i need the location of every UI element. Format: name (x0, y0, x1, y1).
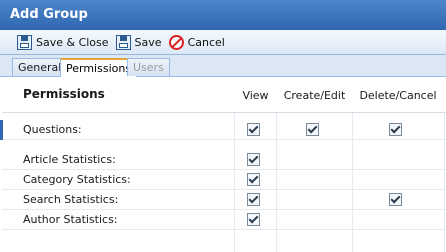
permission-row: Author Statistics: (2, 210, 446, 230)
view-checkbox[interactable] (247, 173, 260, 186)
cancel-label: Cancel (187, 35, 225, 49)
row-marker (0, 120, 3, 140)
delete-cancel-checkbox[interactable] (389, 193, 402, 206)
permission-row: Search Statistics: (2, 190, 446, 210)
permission-row-label: Article Statistics: (23, 153, 116, 166)
save-icon (17, 34, 32, 50)
permission-row-label: Author Statistics: (23, 213, 118, 226)
permission-row-label: Search Statistics: (23, 193, 119, 206)
cancel-icon (168, 34, 184, 50)
permission-row: Questions: (0, 120, 446, 140)
view-checkbox[interactable] (247, 213, 260, 226)
permissions-header: Permissions View Create/Edit Delete/Canc… (2, 77, 446, 113)
column-delete-cancel: Delete/Cancel (359, 89, 437, 102)
save-close-label: Save & Close (36, 35, 109, 49)
save-close-button[interactable]: Save & Close (17, 33, 109, 52)
tab-strip: General Permissions Users (0, 55, 446, 77)
view-checkbox[interactable] (247, 153, 260, 166)
permission-row-label: Category Statistics: (23, 173, 131, 186)
permissions-title: Permissions (23, 87, 105, 101)
save-label: Save (134, 35, 162, 49)
view-checkbox[interactable] (247, 123, 260, 136)
permission-row: Category Statistics: (2, 170, 446, 190)
permissions-panel: Permissions View Create/Edit Delete/Canc… (0, 77, 446, 252)
permission-row: Article Statistics: (2, 150, 446, 170)
delete-cancel-checkbox[interactable] (389, 123, 402, 136)
window-title: Add Group (0, 0, 446, 30)
tab-users: Users (127, 58, 170, 76)
toolbar: Save & Close Save Cancel (0, 30, 446, 55)
column-view: View (242, 89, 269, 102)
create-edit-checkbox[interactable] (306, 123, 319, 136)
permission-row-label: Questions: (23, 123, 82, 136)
save-icon (115, 34, 131, 50)
view-checkbox[interactable] (247, 193, 260, 206)
cancel-button[interactable]: Cancel (168, 33, 225, 52)
save-button[interactable]: Save (115, 33, 162, 52)
column-create-edit: Create/Edit (283, 89, 346, 102)
tab-permissions[interactable]: Permissions (60, 58, 138, 77)
